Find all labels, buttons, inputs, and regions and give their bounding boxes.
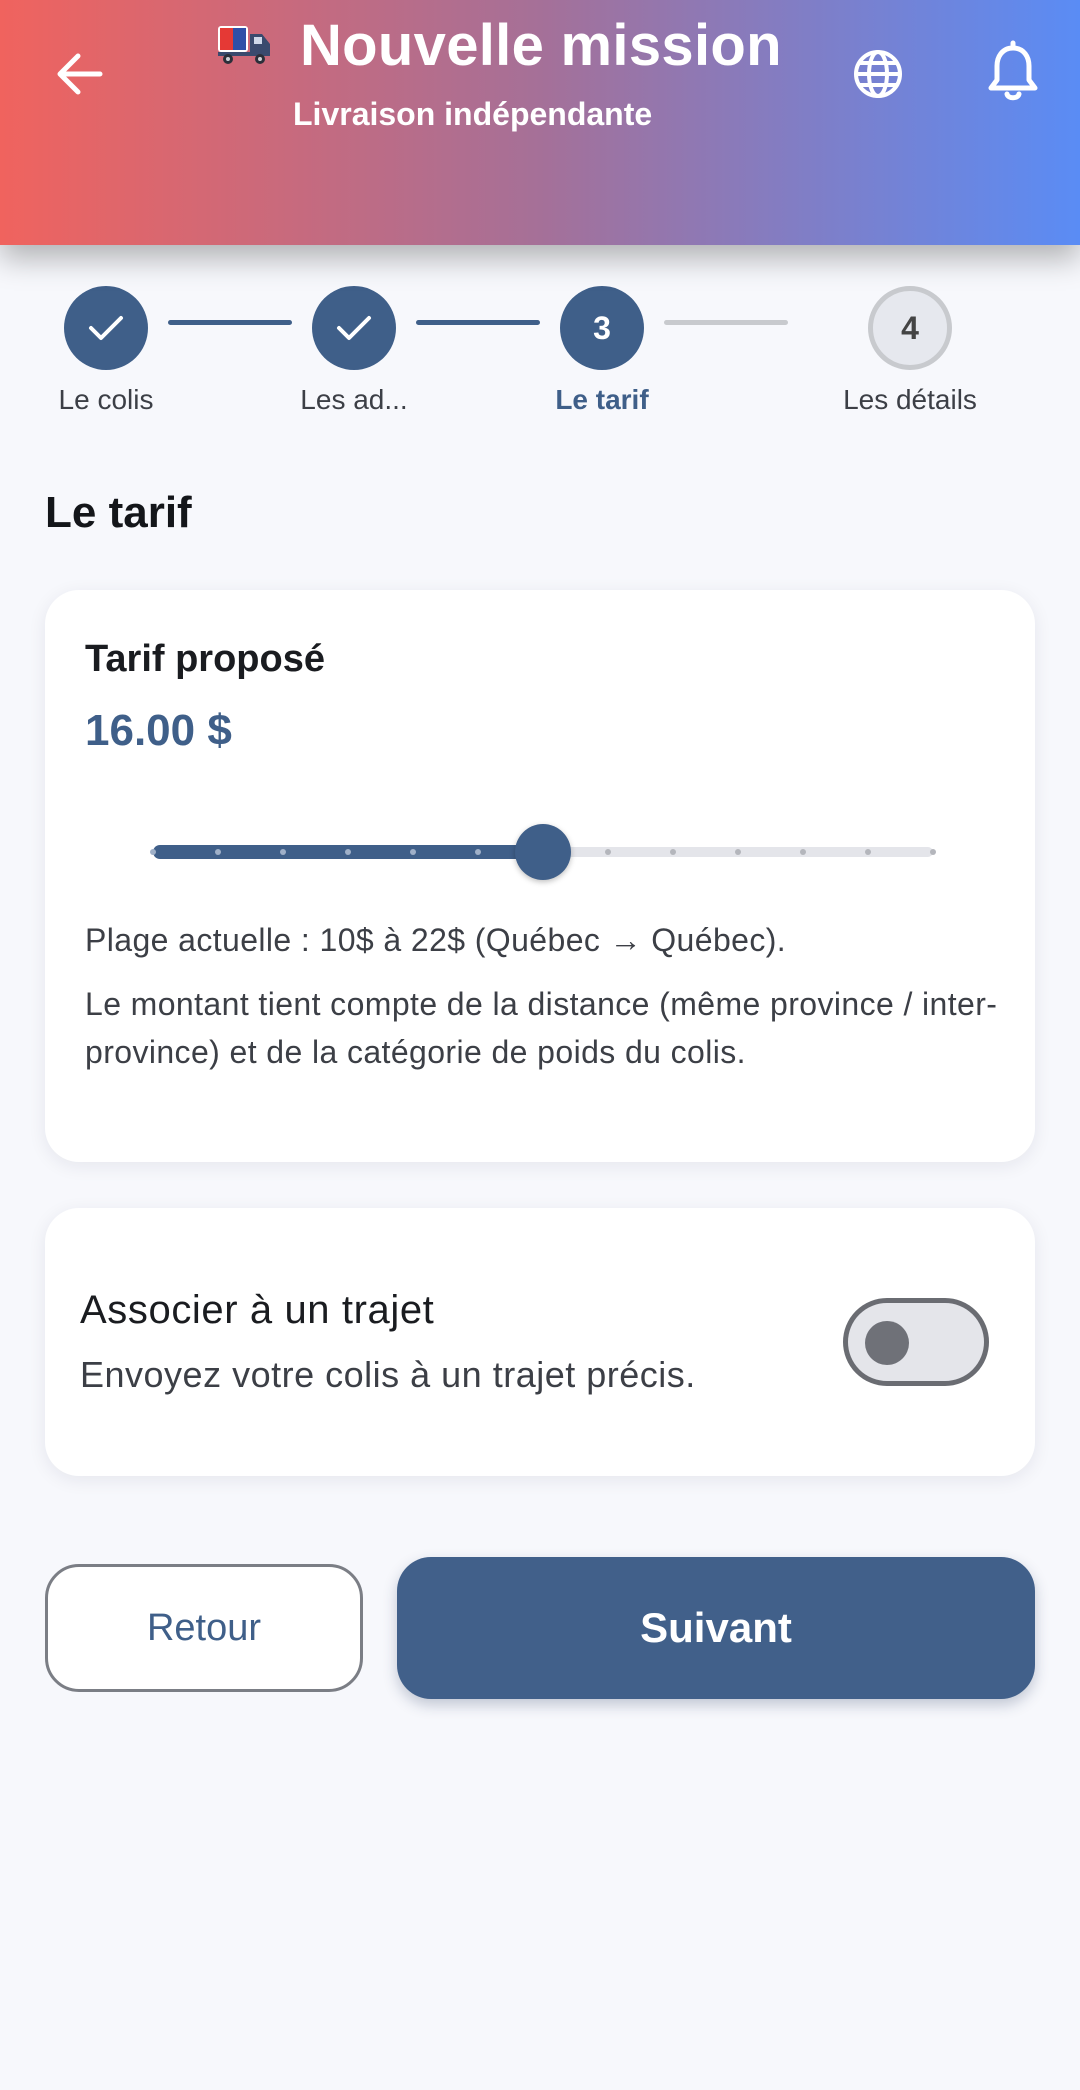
step-label-tarif: Le tarif: [555, 384, 649, 415]
slider-tick: [280, 849, 286, 855]
tarif-value: 16.00 $: [85, 706, 232, 755]
step-label-adresses: Les ad...: [300, 384, 408, 415]
slider-tick: [150, 849, 156, 855]
slider-tick: [605, 849, 611, 855]
check-icon: [337, 316, 371, 340]
slider-tick: [735, 849, 741, 855]
step-3-number: 3: [593, 309, 611, 346]
back-button[interactable]: Retour: [45, 1564, 363, 1692]
check-icon: [89, 316, 123, 340]
step-label-details: Les détails: [843, 384, 977, 415]
slider-thumb[interactable]: [515, 824, 571, 880]
tarif-slider[interactable]: [150, 822, 936, 882]
slider-tick: [410, 849, 416, 855]
slider-tick: [800, 849, 806, 855]
trajet-subtitle: Envoyez votre colis à un trajet précis.: [80, 1354, 696, 1395]
tarif-card: Tarif proposé 16.00 $ Plage actuelle : 1…: [45, 590, 1035, 1162]
step-label-colis: Le colis: [58, 384, 154, 415]
step-4-number: 4: [901, 309, 919, 346]
trajet-toggle[interactable]: [843, 1298, 989, 1386]
trajet-card: Associer à un trajet Envoyez votre colis…: [45, 1208, 1035, 1476]
page-title: Nouvelle mission: [300, 13, 782, 78]
slider-tick: [345, 849, 351, 855]
slider-tick: [670, 849, 676, 855]
step-3-circle[interactable]: 3: [560, 286, 644, 370]
tarif-range-text: Plage actuelle : 10$ à 22$ (Québec → Qué…: [85, 922, 787, 958]
step-1-circle[interactable]: [64, 286, 148, 370]
tarif-label: Tarif proposé: [85, 638, 325, 680]
slider-tick: [215, 849, 221, 855]
back-arrow-icon[interactable]: [50, 44, 110, 104]
step-connector-1: [168, 320, 292, 325]
slider-tick: [930, 849, 936, 855]
tarif-note-text: Le montant tient compte de la distance (…: [85, 986, 998, 1070]
toggle-knob: [865, 1321, 909, 1365]
section-title: Le tarif: [45, 488, 192, 537]
page-subtitle: Livraison indépendante: [293, 96, 653, 132]
step-connector-3: [664, 320, 788, 325]
step-connector-2: [416, 320, 540, 325]
globe-icon[interactable]: [848, 44, 908, 104]
delivery-truck-icon: [216, 22, 272, 66]
next-button[interactable]: Suivant: [397, 1557, 1035, 1699]
slider-tick: [475, 849, 481, 855]
trajet-title: Associer à un trajet: [80, 1288, 435, 1332]
slider-tick: [865, 849, 871, 855]
bell-icon[interactable]: [982, 40, 1044, 106]
step-4-circle[interactable]: 4: [868, 286, 952, 370]
step-2-circle[interactable]: [312, 286, 396, 370]
app-bar: Nouvelle mission Livraison indépendante: [0, 0, 1080, 245]
